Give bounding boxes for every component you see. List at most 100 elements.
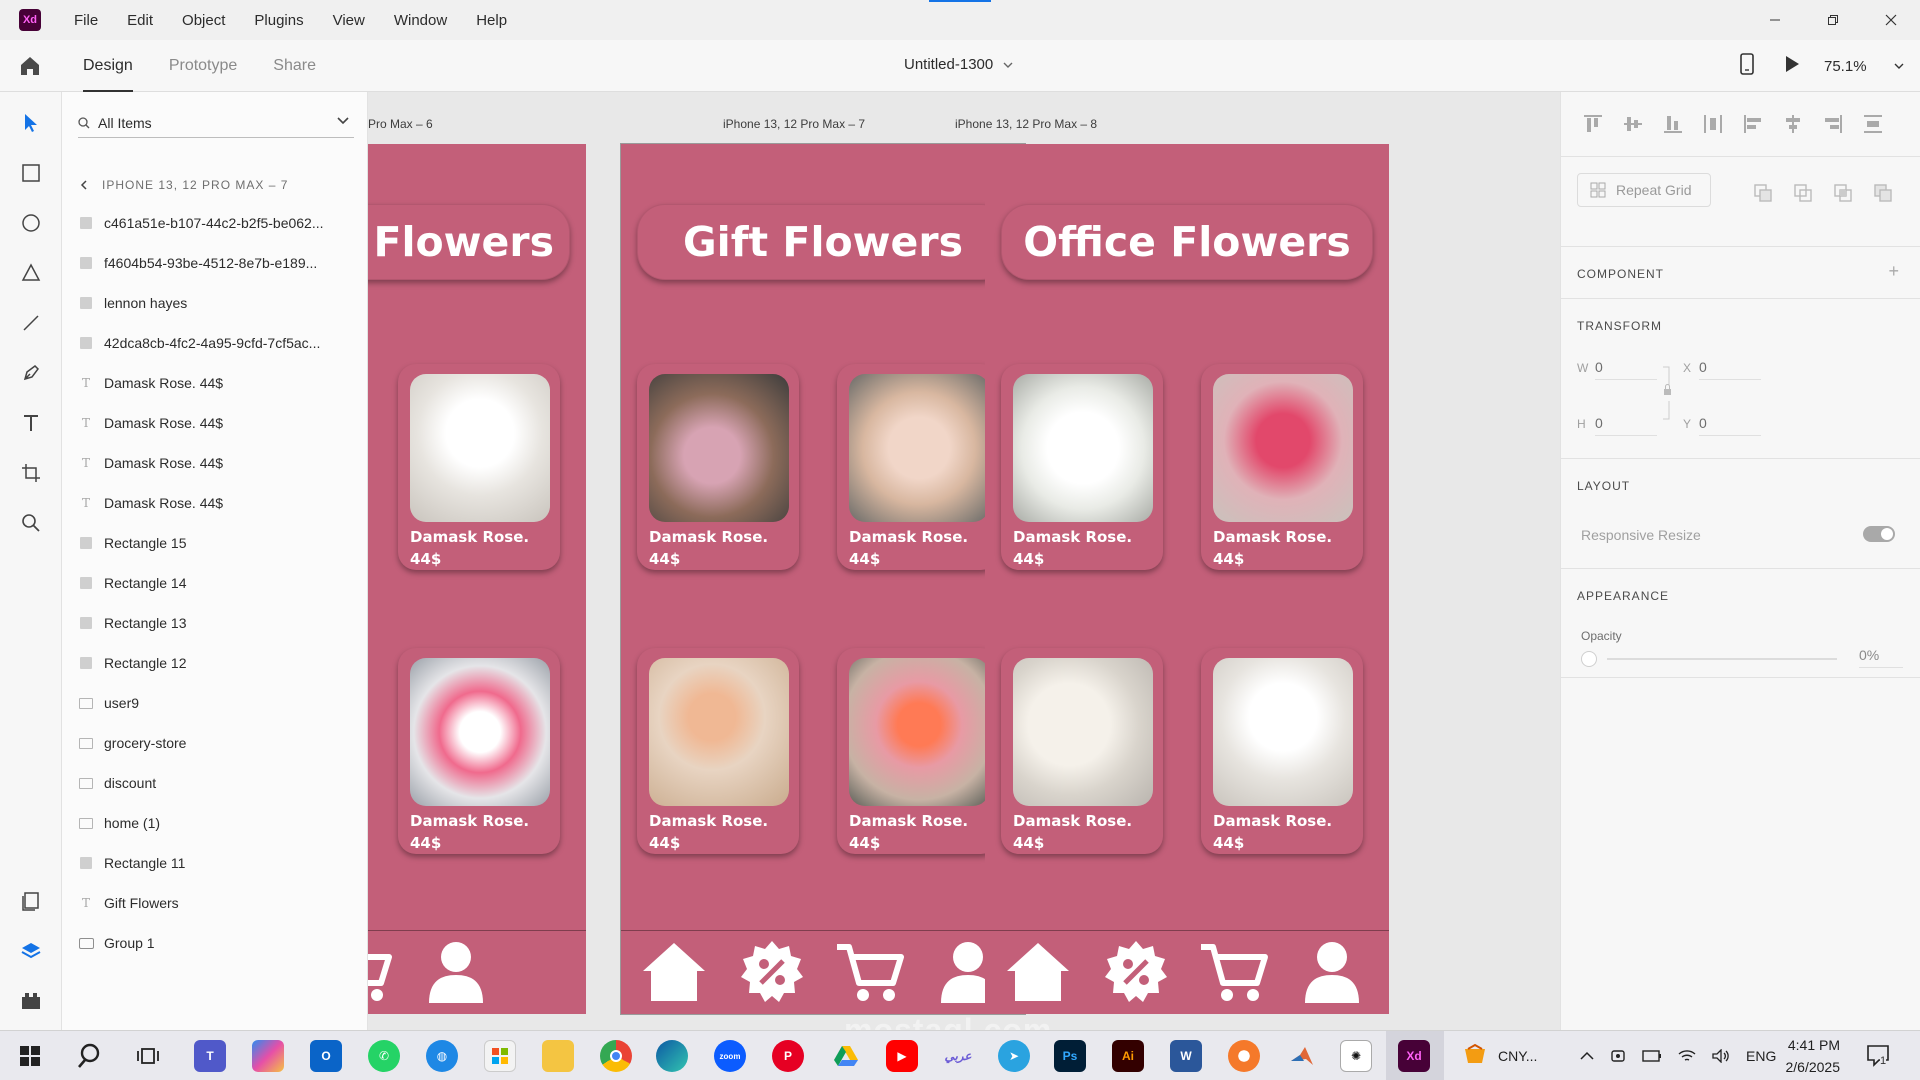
menu-object[interactable]: Object [182,12,225,29]
webcam-icon[interactable] [1610,1048,1626,1064]
opacity-slider-handle[interactable] [1581,651,1597,667]
align-bottom-icon[interactable] [1661,112,1685,136]
chrome-icon[interactable] [600,1040,632,1072]
matlab-icon[interactable] [1286,1040,1318,1072]
zoom-icon[interactable]: zoom [714,1040,746,1072]
breadcrumb[interactable]: IPHONE 13, 12 PRO MAX – 7 [80,178,288,192]
tray-app[interactable]: CNY... [1462,1031,1537,1080]
layer-item[interactable]: Rectangle 13 [78,603,358,643]
boolean-add-icon[interactable] [1753,183,1773,203]
layer-item[interactable]: f4604b54-93be-4512-8e7b-e189... [78,243,358,283]
repeat-grid-button[interactable]: Repeat Grid [1577,173,1711,207]
layer-item[interactable]: T Gift Flowers [78,883,358,923]
pinterest-icon[interactable]: P [772,1040,804,1072]
layer-item[interactable]: Rectangle 15 [78,523,358,563]
artboard[interactable]: Office Flowers Damask Rose. 44$ Damask Ros… [985,144,1389,1014]
clock[interactable]: 4:41 PM 2/6/2025 [1776,1034,1841,1078]
zoom-level[interactable]: 75.1% [1824,58,1894,75]
volume-icon[interactable] [1712,1049,1730,1063]
chevron-down-icon[interactable] [336,114,350,128]
close-icon[interactable] [1862,0,1920,40]
document-title[interactable]: Untitled-1300 [904,56,1013,73]
chevron-up-icon[interactable] [1580,1051,1594,1061]
telegram-icon[interactable]: ➤ [998,1040,1030,1072]
layer-item[interactable]: T Damask Rose. 44$ [78,483,358,523]
layer-item[interactable]: Rectangle 14 [78,563,358,603]
battery-icon[interactable] [1642,1050,1662,1062]
layer-item[interactable]: lennon hayes [78,283,358,323]
home-icon[interactable] [18,54,42,78]
boolean-exclude-icon[interactable] [1873,183,1893,203]
google-drive-icon[interactable] [830,1040,862,1072]
layer-item[interactable]: 42dca8cb-4fc2-4a95-9cfd-7cf5ac... [78,323,358,363]
polygon-tool-icon[interactable] [18,260,44,286]
tab-design[interactable]: Design [83,40,133,92]
layer-item[interactable]: Rectangle 11 [78,843,358,883]
edge-icon[interactable] [656,1040,688,1072]
layer-item[interactable]: user9 [78,683,358,723]
align-center-icon[interactable] [1781,112,1805,136]
layer-item[interactable]: T Damask Rose. 44$ [78,363,358,403]
rectangle-tool-icon[interactable] [18,160,44,186]
width-field[interactable]: 0 [1595,359,1657,380]
microsoft-store-icon[interactable] [484,1040,516,1072]
menu-window[interactable]: Window [394,12,447,29]
menu-edit[interactable]: Edit [127,12,153,29]
opacity-slider-track[interactable] [1607,658,1837,660]
whatsapp-icon[interactable]: ✆ [368,1040,400,1072]
wifi-icon[interactable] [1678,1049,1696,1063]
boolean-subtract-icon[interactable] [1793,183,1813,203]
layer-item[interactable]: discount [78,763,358,803]
select-tool-icon[interactable] [18,110,44,136]
chatgpt-icon[interactable]: ✺ [1340,1040,1372,1072]
assets-icon[interactable] [18,888,44,914]
menu-plugins[interactable]: Plugins [254,12,303,29]
opacity-field[interactable]: 0% [1859,647,1903,668]
menu-help[interactable]: Help [476,12,507,29]
teams-icon[interactable]: T [194,1040,226,1072]
notifications-icon[interactable]: 1 [1866,1043,1890,1072]
layer-item[interactable]: c461a51e-b107-44c2-b2f5-be062... [78,203,358,243]
arabic-app-icon[interactable]: عربي [942,1040,974,1072]
tab-prototype[interactable]: Prototype [169,40,237,92]
artboard-label[interactable]: iPhone 13, 12 Pro Max – 7 [723,117,865,131]
menu-view[interactable]: View [333,12,365,29]
xd-taskbar-icon[interactable]: Xd [1398,1040,1430,1072]
copilot-icon[interactable] [252,1040,284,1072]
minimize-icon[interactable] [1746,0,1804,40]
align-left-icon[interactable] [1741,112,1765,136]
artboard-tool-icon[interactable] [18,460,44,486]
align-right-icon[interactable] [1821,112,1845,136]
zoom-tool-icon[interactable] [18,510,44,536]
layer-item[interactable]: T Damask Rose. 44$ [78,403,358,443]
distribute-vertical-icon[interactable] [1861,112,1885,136]
youtube-icon[interactable]: ▶ [886,1040,918,1072]
photoshop-icon[interactable]: Ps [1054,1040,1086,1072]
distribute-horizontal-icon[interactable] [1701,112,1725,136]
word-app-icon[interactable]: W [1170,1040,1202,1072]
blender-icon[interactable] [1228,1040,1260,1072]
responsive-resize-toggle[interactable] [1863,526,1895,542]
add-component-icon[interactable]: + [1888,261,1899,282]
globe-app-icon[interactable]: ◍ [426,1040,458,1072]
canvas[interactable]: Pro Max – 6 dding Flowerst Rose.Damask Ro… [368,92,1560,1030]
layer-item[interactable]: home (1) [78,803,358,843]
layers-filter[interactable]: All Items [78,108,354,138]
artboard[interactable]: dding Flowerst Rose.Damask Rose. 44$t Ro… [368,144,586,1014]
align-top-icon[interactable] [1581,112,1605,136]
layer-item[interactable]: grocery-store [78,723,358,763]
ellipse-tool-icon[interactable] [18,210,44,236]
layer-item[interactable]: Rectangle 12 [78,643,358,683]
search-icon[interactable] [74,1040,106,1072]
layers-icon[interactable] [18,938,44,964]
file-explorer-icon[interactable] [542,1040,574,1072]
illustrator-icon[interactable]: Ai [1112,1040,1144,1072]
artboard-label[interactable]: Pro Max – 6 [368,117,433,131]
task-view-icon[interactable] [132,1040,164,1072]
align-middle-icon[interactable] [1621,112,1645,136]
language-indicator[interactable]: ENG [1746,1048,1776,1064]
y-field[interactable]: 0 [1699,415,1761,436]
artboard[interactable]: Gift Flowers Damask Rose. 44$ Damask Rose.… [621,144,1025,1014]
plugins-icon[interactable] [18,988,44,1014]
lock-aspect-icon[interactable] [1661,365,1673,421]
